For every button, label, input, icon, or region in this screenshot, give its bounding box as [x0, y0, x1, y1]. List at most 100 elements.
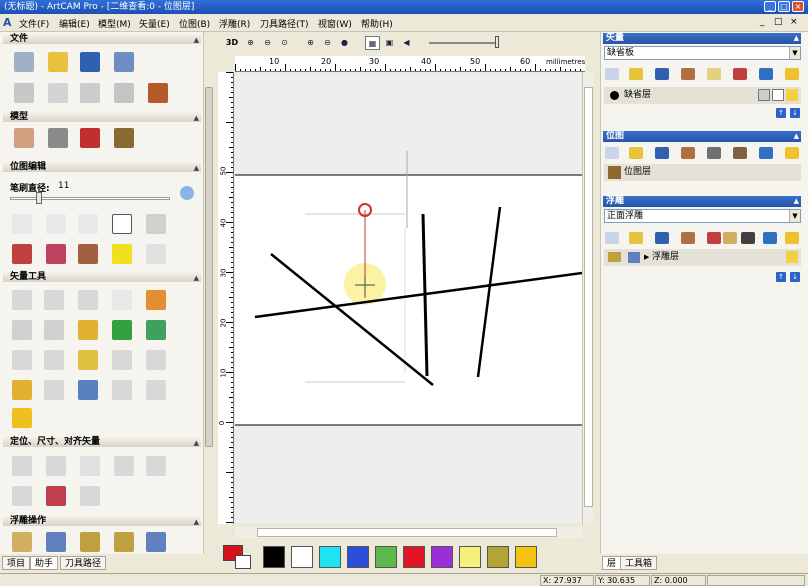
bitmap-layer-row[interactable]: 位图层: [604, 164, 801, 181]
tab-toolbox[interactable]: 工具箱: [620, 556, 658, 570]
relief-plane-icon[interactable]: [46, 532, 66, 552]
copy-icon[interactable]: [114, 83, 134, 103]
collapse-icon[interactable]: ▲: [194, 517, 199, 527]
vector-section-header[interactable]: 矢量 ▲: [603, 33, 801, 44]
section-model[interactable]: 模型 ▲: [3, 112, 201, 122]
star-vector-icon[interactable]: [12, 408, 32, 428]
model-figure-icon[interactable]: [80, 128, 100, 148]
canvas-horizontal-scrollbar[interactable]: [235, 527, 582, 538]
open-layer-icon[interactable]: [629, 68, 643, 80]
relief-layer-dropdown[interactable]: 正面浮雕 ▼: [604, 209, 801, 223]
tab-toolpath[interactable]: 刀具路径: [60, 556, 107, 570]
maximize-button[interactable]: □: [778, 1, 790, 12]
menu-window[interactable]: 视窗(W): [318, 17, 352, 30]
mdi-minimize-button[interactable]: _: [760, 17, 765, 27]
copy-layer-icon[interactable]: [681, 68, 695, 80]
eraser-icon[interactable]: [146, 214, 166, 234]
scrollbar-thumb[interactable]: [205, 87, 213, 447]
menu-bitmap[interactable]: 位图(B): [179, 17, 210, 30]
nesting-icon[interactable]: [80, 456, 100, 476]
tab-assistant[interactable]: 助手: [30, 556, 59, 570]
spline-icon[interactable]: [112, 380, 132, 400]
redo-icon[interactable]: [48, 83, 68, 103]
rotate-vector-icon[interactable]: [46, 456, 66, 476]
blend-slider[interactable]: [429, 42, 497, 44]
print-icon[interactable]: [114, 52, 134, 72]
copy-layer-icon[interactable]: [681, 232, 695, 244]
save-layer-icon[interactable]: [655, 147, 669, 159]
paint-brush-blue-icon[interactable]: [46, 214, 66, 234]
menu-toolpath[interactable]: 刀具路径(T): [260, 17, 309, 30]
palette-swatch-red[interactable]: [403, 546, 425, 568]
cylinder-icon[interactable]: [78, 380, 98, 400]
bracket-vector-icon[interactable]: [146, 350, 166, 370]
collapse-icon[interactable]: ▲: [194, 438, 199, 448]
paste-icon[interactable]: [148, 83, 168, 103]
toggle-vector-icon[interactable]: ▣: [382, 36, 397, 50]
new-layer-icon[interactable]: [605, 147, 619, 159]
collapse-icon[interactable]: ▲: [194, 163, 199, 173]
align-left-icon[interactable]: [12, 456, 32, 476]
relief-section-header[interactable]: 浮雕 ▲: [603, 196, 801, 207]
array-copy-icon[interactable]: [44, 350, 64, 370]
save-layer-icon[interactable]: [655, 232, 669, 244]
delete-layer-icon[interactable]: [759, 68, 773, 80]
offset-vector-icon[interactable]: [12, 320, 32, 340]
delete-layer-icon[interactable]: [763, 232, 777, 244]
palette-swatch-gold[interactable]: [515, 546, 537, 568]
visibility-bulb-icon[interactable]: [786, 251, 798, 263]
minimize-button[interactable]: _: [764, 1, 776, 12]
copy-layer-icon[interactable]: [681, 147, 695, 159]
save-layer-icon[interactable]: [655, 68, 669, 80]
layer-light-icon[interactable]: [785, 232, 799, 244]
fill-color-icon[interactable]: [112, 244, 132, 264]
palette-swatch-light-yellow[interactable]: [459, 546, 481, 568]
smooth-vector-icon[interactable]: [78, 350, 98, 370]
pen-icon[interactable]: [146, 244, 166, 264]
open-layer-icon[interactable]: [629, 232, 643, 244]
join-vector-icon[interactable]: [44, 380, 64, 400]
collapse-icon[interactable]: ▲: [794, 196, 799, 207]
zoom-all-icon[interactable]: ⊖: [320, 36, 335, 50]
secondary-color-swatch[interactable]: [235, 555, 251, 569]
scrollbar-thumb[interactable]: [584, 87, 593, 507]
flood-fill-icon[interactable]: [12, 244, 32, 264]
collapse-icon[interactable]: ▲: [794, 33, 799, 44]
wave-vector-icon[interactable]: [112, 350, 132, 370]
palette-swatch-purple[interactable]: [431, 546, 453, 568]
relief-shape-icon[interactable]: [12, 532, 32, 552]
layer-props-icon[interactable]: [707, 147, 721, 159]
section-relief-operations[interactable]: 浮雕操作 ▲: [3, 516, 201, 526]
palette-swatch-white[interactable]: [291, 546, 313, 568]
menu-vector[interactable]: 矢量(E): [139, 17, 170, 30]
zoom-box-icon[interactable]: ⊙: [277, 36, 292, 50]
new-layer-icon[interactable]: [605, 232, 619, 244]
vector-layer-dropdown[interactable]: 缺省板 ▼: [604, 46, 801, 60]
move-down-icon[interactable]: ↓: [790, 272, 800, 282]
zoom-previous-icon[interactable]: ⊕: [303, 36, 318, 50]
mdi-restore-button[interactable]: □: [774, 17, 783, 27]
layer-light-icon[interactable]: [785, 68, 799, 80]
zoom-fit-icon[interactable]: ●: [337, 36, 352, 50]
layer-image-icon[interactable]: [733, 147, 747, 159]
edit-pen-icon[interactable]: [772, 89, 784, 101]
menu-edit[interactable]: 编辑(E): [59, 17, 90, 30]
layer-attach-icon[interactable]: [733, 68, 747, 80]
mona-lisa-image-icon[interactable]: [114, 128, 134, 148]
relief-dome-icon[interactable]: [80, 532, 100, 552]
visibility-bulb-icon[interactable]: [786, 89, 798, 101]
collapse-icon[interactable]: ▲: [194, 273, 199, 283]
scale-vector-icon[interactable]: [146, 456, 166, 476]
trim-vector-icon[interactable]: [44, 320, 64, 340]
menu-model[interactable]: 模型(M): [98, 17, 131, 30]
zoom-out-icon[interactable]: ⊖: [260, 36, 275, 50]
measure-icon[interactable]: [78, 320, 98, 340]
palette-swatch-cyan[interactable]: [319, 546, 341, 568]
wrap-vector-icon[interactable]: [46, 486, 66, 506]
ellipse-tool-icon[interactable]: [112, 290, 132, 310]
tab-layers[interactable]: 层: [602, 556, 622, 570]
relief-sweep-icon[interactable]: [114, 532, 134, 552]
palette-swatch-blue[interactable]: [347, 546, 369, 568]
canvas-drawing[interactable]: [235, 73, 582, 523]
grid-vector-icon[interactable]: [146, 320, 166, 340]
